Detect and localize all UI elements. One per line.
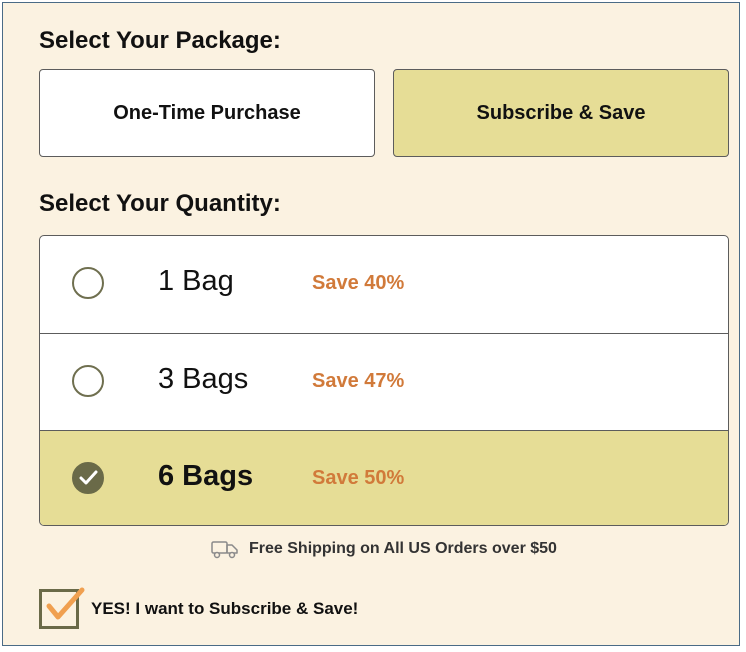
quantity-option-1-bag[interactable]: 1 Bag Save 40% — [40, 236, 728, 333]
free-shipping-text: Free Shipping on All US Orders over $50 — [249, 540, 557, 557]
subscribe-and-save-button[interactable]: Subscribe & Save — [393, 69, 729, 157]
radio-unchecked-icon[interactable] — [72, 365, 104, 397]
package-heading: Select Your Package: — [39, 27, 281, 54]
one-time-purchase-label: One-Time Purchase — [113, 101, 301, 124]
quantity-option-6-bags[interactable]: 6 Bags Save 50% — [40, 430, 728, 525]
savings-label: Save 40% — [312, 272, 405, 294]
savings-label: Save 47% — [312, 370, 405, 392]
quantity-label: 3 Bags — [158, 363, 249, 395]
subscribe-checkbox[interactable] — [39, 587, 85, 629]
truck-icon — [211, 541, 238, 559]
free-shipping-notice: Free Shipping on All US Orders over $50 — [211, 539, 557, 559]
subscribe-opt-in-label: YES! I want to Subscribe & Save! — [91, 599, 359, 618]
orange-checkmark-icon — [46, 587, 85, 620]
one-time-purchase-button[interactable]: One-Time Purchase — [39, 69, 375, 157]
package-selector-panel: Select Your Package: One-Time Purchase S… — [2, 2, 740, 646]
subscribe-and-save-label: Subscribe & Save — [476, 101, 646, 124]
quantity-heading: Select Your Quantity: — [39, 190, 281, 217]
subscribe-opt-in[interactable]: YES! I want to Subscribe & Save! — [39, 587, 359, 629]
savings-label: Save 50% — [312, 467, 405, 489]
quantity-options-list: 1 Bag Save 40% 3 Bags Save 47% 6 Bags Sa… — [39, 235, 729, 526]
checkmark-icon — [79, 470, 98, 485]
quantity-label: 6 Bags — [158, 460, 254, 492]
quantity-label: 1 Bag — [158, 265, 234, 297]
quantity-option-3-bags[interactable]: 3 Bags Save 47% — [40, 333, 728, 431]
radio-checked-icon[interactable] — [72, 462, 104, 494]
radio-unchecked-icon[interactable] — [72, 267, 104, 299]
